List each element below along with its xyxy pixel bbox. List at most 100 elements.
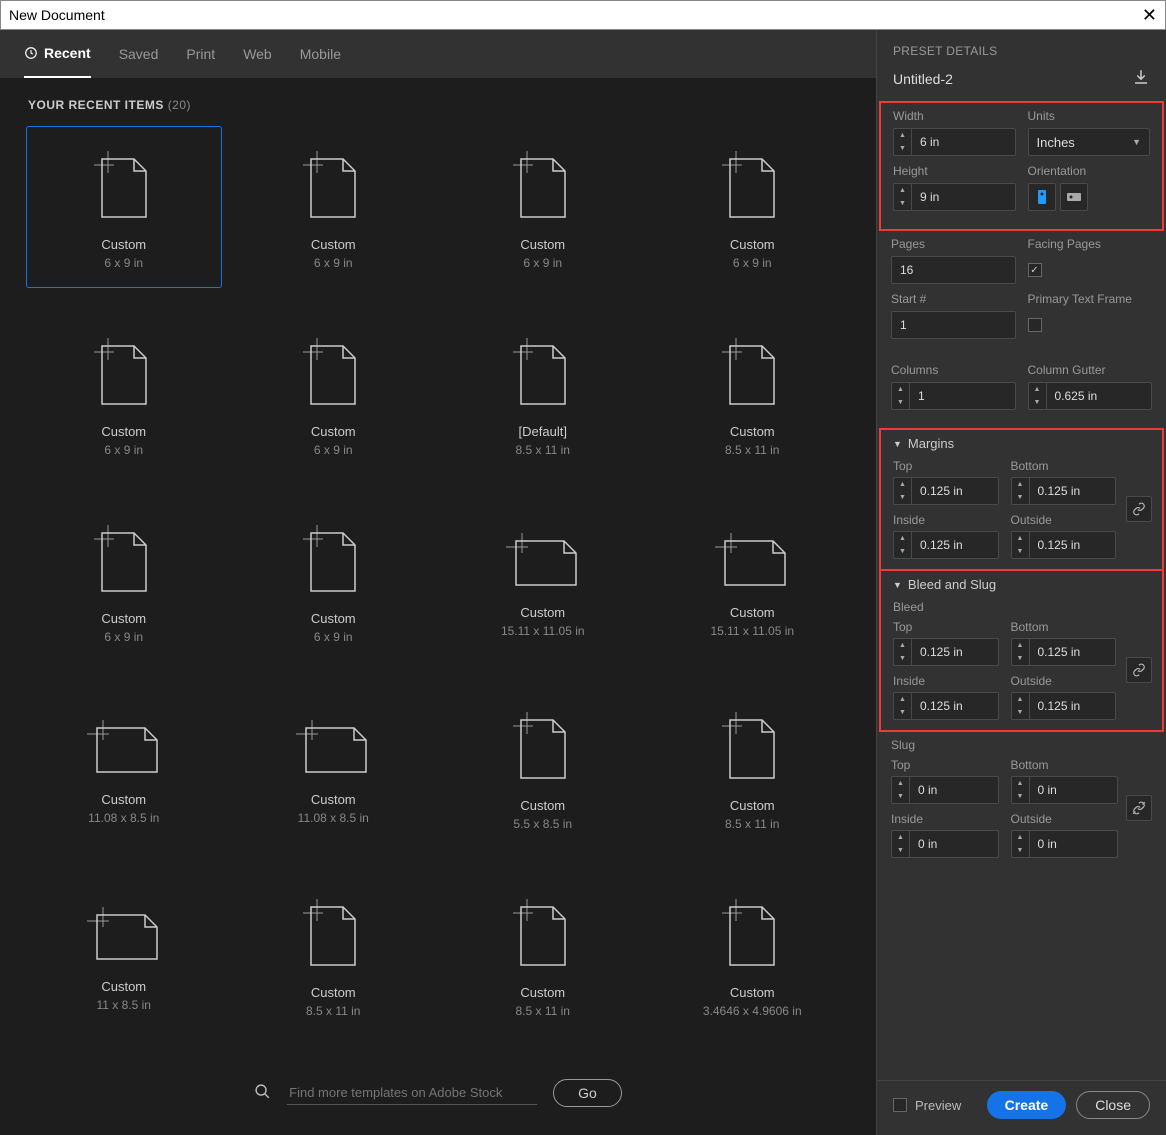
presets-grid: Custom 6 x 9 in Custom 6 x 9 in Custom 6 x 9 … [0,126,876,1061]
preset-name: Custom [311,792,356,807]
margin-top-input[interactable]: ▲▼0.125 in [893,477,999,505]
preset-item[interactable]: Custom6 x 9 in [26,126,222,288]
document-name[interactable]: Untitled-2 [893,71,953,87]
preset-item[interactable]: Custom6 x 9 in [26,500,222,662]
document-portrait-icon [94,151,154,221]
preset-dims: 6 x 9 in [314,256,353,270]
preset-details-title: PRESET DETAILS [877,30,1166,68]
preset-item[interactable]: Custom6 x 9 in [655,126,851,288]
preset-item[interactable]: Custom6 x 9 in [236,126,432,288]
preview-label: Preview [915,1098,961,1113]
height-input[interactable]: ▲▼ 9 in [893,183,1016,211]
orientation-landscape[interactable] [1060,183,1088,211]
document-portrait-icon [303,899,363,969]
preset-item[interactable]: Custom15.11 x 11.05 in [655,500,851,662]
save-preset-icon[interactable] [1132,68,1150,89]
slug-top-input[interactable]: ▲▼0 in [891,776,999,804]
bleed-inside-label: Inside [893,674,999,688]
recent-count: (20) [168,98,191,112]
slug-top-label: Top [891,758,999,772]
preset-item[interactable]: Custom3.4646 x 4.9606 in [655,874,851,1036]
preset-item[interactable]: Custom 11 x 8.5 in [26,874,222,1036]
primary-text-checkbox[interactable] [1028,318,1042,332]
preset-dims: 11 x 8.5 in [97,998,151,1012]
preset-dims: 8.5 x 11 in [725,443,779,457]
slug-outside-input[interactable]: ▲▼0 in [1011,830,1119,858]
margins-link-icon[interactable] [1126,496,1152,522]
bleed-top-input[interactable]: ▲▼0.125 in [893,638,999,666]
units-select[interactable]: Inches ▼ [1028,128,1151,156]
preset-item[interactable]: Custom11.08 x 8.5 in [236,687,432,849]
margin-bottom-label: Bottom [1011,459,1117,473]
bleed-outside-input[interactable]: ▲▼0.125 in [1011,692,1117,720]
bleed-link-icon[interactable] [1126,657,1152,683]
preset-item[interactable]: [Default]8.5 x 11 in [445,313,641,475]
create-button[interactable]: Create [987,1091,1067,1119]
tab-recent[interactable]: Recent [24,30,91,78]
preset-item[interactable]: Custom8.5 x 11 in [236,874,432,1036]
go-button[interactable]: Go [553,1079,622,1107]
preset-item[interactable]: Custom 6 x 9 in [236,500,432,662]
preset-name: Custom [101,424,146,439]
preset-name: Custom [730,424,775,439]
preset-dims: 5.5 x 8.5 in [513,817,572,831]
gutter-input[interactable]: ▲▼ 0.625 in [1028,382,1153,410]
preset-item[interactable]: Custom6 x 9 in [236,313,432,475]
orientation-portrait[interactable] [1028,183,1056,211]
preset-dims: 8.5 x 11 in [725,817,779,831]
preview-checkbox[interactable] [893,1098,907,1112]
preset-item[interactable]: Custom 15.11 x 11.05 in [445,500,641,662]
tab-web[interactable]: Web [243,30,272,78]
close-icon[interactable]: ✕ [1142,5,1157,26]
height-down[interactable]: ▼ [894,197,911,210]
preset-item[interactable]: Custom6 x 9 in [445,126,641,288]
pages-input[interactable]: 16 [891,256,1016,284]
margin-bottom-input[interactable]: ▲▼0.125 in [1011,477,1117,505]
preset-name: Custom [101,979,146,994]
bleed-bottom-input[interactable]: ▲▼0.125 in [1011,638,1117,666]
tab-saved[interactable]: Saved [119,30,159,78]
preset-dims: 15.11 x 11.05 in [501,624,585,638]
preset-item[interactable]: Custom8.5 x 11 in [445,874,641,1036]
columns-input[interactable]: ▲▼ 1 [891,382,1016,410]
preset-name: Custom [730,237,775,252]
document-portrait-icon [303,338,363,408]
preset-dims: 6 x 9 in [104,443,143,457]
search-input[interactable] [287,1081,537,1105]
width-down[interactable]: ▼ [894,142,911,155]
preset-dims: 15.11 x 11.05 in [710,624,794,638]
document-landscape-icon [296,720,370,776]
margin-inside-input[interactable]: ▲▼0.125 in [893,531,999,559]
document-landscape-icon [87,720,161,776]
bleed-inside-input[interactable]: ▲▼0.125 in [893,692,999,720]
margin-outside-input[interactable]: ▲▼0.125 in [1011,531,1117,559]
document-portrait-icon [303,151,363,221]
close-button[interactable]: Close [1076,1091,1150,1119]
preset-item[interactable]: Custom5.5 x 8.5 in [445,687,641,849]
slug-inside-label: Inside [891,812,999,826]
slug-bottom-input[interactable]: ▲▼0 in [1011,776,1119,804]
preset-item[interactable]: Custom 8.5 x 11 in [655,313,851,475]
start-input[interactable]: 1 [891,311,1016,339]
facing-pages-checkbox[interactable] [1028,263,1042,277]
slug-inside-input[interactable]: ▲▼0 in [891,830,999,858]
preset-item[interactable]: Custom 6 x 9 in [26,313,222,475]
primary-label: Primary Text Frame [1028,292,1153,306]
height-up[interactable]: ▲ [894,184,911,197]
preset-item[interactable]: Custom8.5 x 11 in [655,687,851,849]
tab-label: Mobile [300,46,341,62]
margins-section-head[interactable]: ▼ Margins [893,436,1150,451]
slug-link-icon[interactable] [1126,795,1152,821]
tab-label: Recent [44,45,91,61]
tab-print[interactable]: Print [186,30,215,78]
preset-name: Custom [311,985,356,1000]
preset-name: Custom [311,611,356,626]
preset-dims: 6 x 9 in [314,630,353,644]
bleedslug-section-head[interactable]: ▼ Bleed and Slug [893,577,1150,592]
preset-item[interactable]: Custom11.08 x 8.5 in [26,687,222,849]
margins-highlight: ▼ Margins Top▲▼0.125 inBottom▲▼0.125 inI… [879,428,1164,571]
preset-name: Custom [520,605,565,620]
width-up[interactable]: ▲ [894,129,911,142]
width-input[interactable]: ▲▼ 6 in [893,128,1016,156]
tab-mobile[interactable]: Mobile [300,30,341,78]
